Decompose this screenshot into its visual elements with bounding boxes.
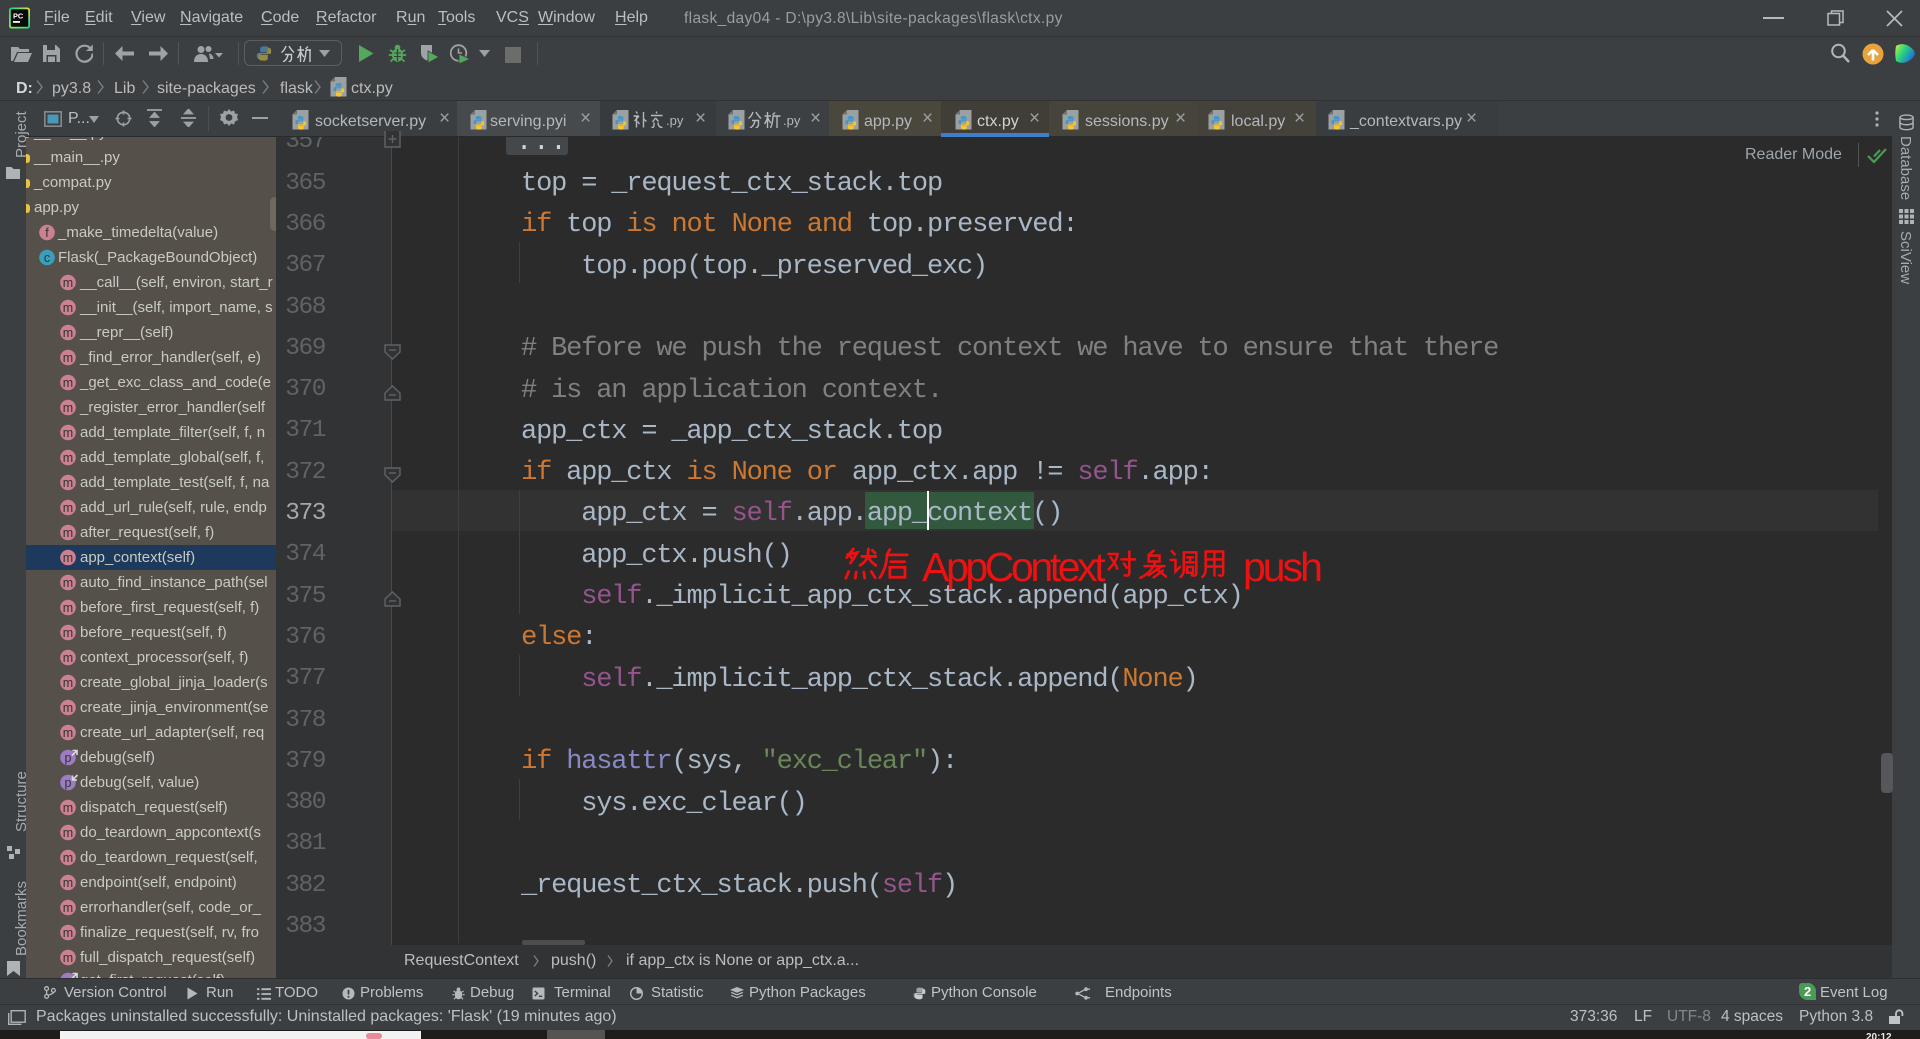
- svg-text:m: m: [63, 676, 73, 690]
- svg-text:m: m: [63, 551, 73, 565]
- svg-text:m: m: [63, 601, 73, 615]
- svg-text:m: m: [63, 276, 73, 290]
- svg-text:.py: .py: [666, 113, 684, 128]
- svg-text:m: m: [63, 801, 73, 815]
- svg-text:c: c: [44, 251, 50, 265]
- svg-text:p: p: [65, 751, 72, 765]
- svg-text:.py: .py: [783, 113, 801, 128]
- svg-text:m: m: [63, 451, 73, 465]
- svg-text:m: m: [63, 526, 73, 540]
- svg-text:m: m: [63, 726, 73, 740]
- svg-text:m: m: [63, 926, 73, 940]
- svg-text:f: f: [45, 226, 49, 240]
- svg-text:m: m: [63, 301, 73, 315]
- svg-text:m: m: [63, 326, 73, 340]
- svg-text:PC: PC: [13, 11, 24, 20]
- svg-text:p: p: [65, 776, 72, 790]
- svg-text:m: m: [63, 826, 73, 840]
- svg-text:m: m: [63, 401, 73, 415]
- svg-text:m: m: [63, 476, 73, 490]
- svg-text:m: m: [63, 376, 73, 390]
- svg-text:m: m: [63, 501, 73, 515]
- svg-text:m: m: [63, 576, 73, 590]
- svg-text:m: m: [63, 651, 73, 665]
- svg-text:m: m: [63, 701, 73, 715]
- svg-text:m: m: [63, 351, 73, 365]
- svg-text:m: m: [63, 901, 73, 915]
- svg-text:m: m: [63, 951, 73, 965]
- svg-text:m: m: [63, 426, 73, 440]
- svg-text:m: m: [63, 876, 73, 890]
- svg-text:m: m: [63, 626, 73, 640]
- svg-text:m: m: [63, 851, 73, 865]
